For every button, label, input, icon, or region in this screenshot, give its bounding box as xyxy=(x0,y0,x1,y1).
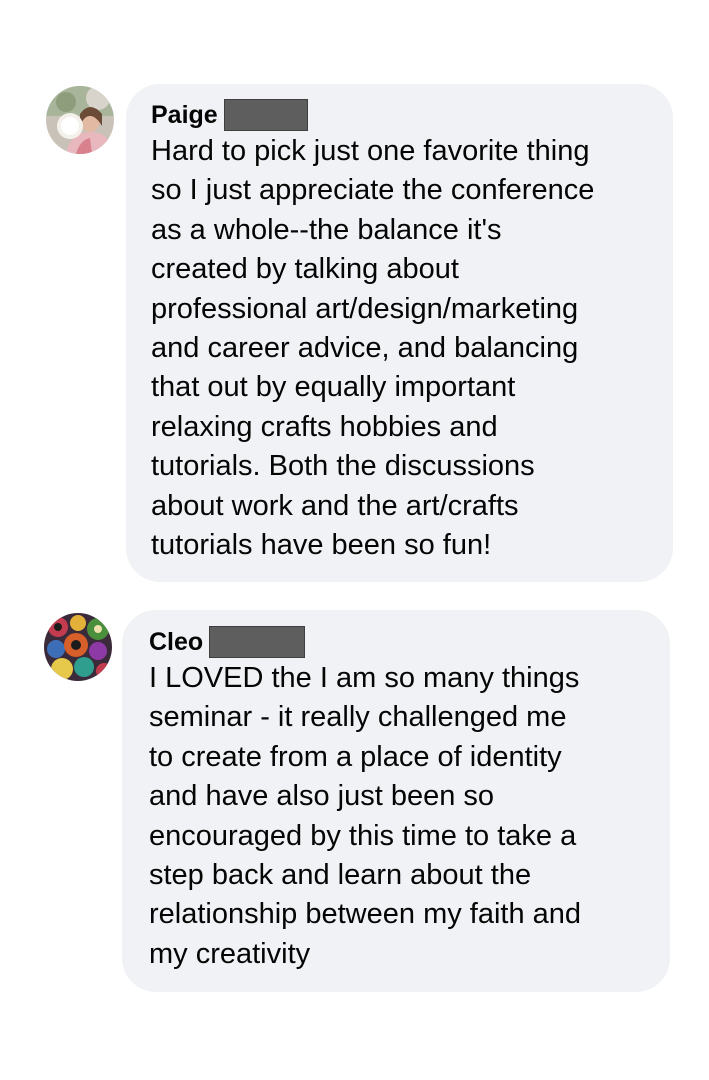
avatar[interactable] xyxy=(44,613,112,681)
avatar[interactable] xyxy=(46,86,114,154)
comment-item: Cleo I LOVED the I am so many things sem… xyxy=(0,600,709,1000)
redacted-surname-block xyxy=(223,99,308,131)
author-name[interactable]: Paige xyxy=(151,101,218,130)
author-row: Paige xyxy=(151,98,653,132)
comment-text: Hard to pick just one favorite thing so … xyxy=(151,135,595,562)
comment-text: I LOVED the I am so many things seminar … xyxy=(149,662,582,970)
redacted-surname-block xyxy=(209,626,306,658)
author-name[interactable]: Cleo xyxy=(149,628,203,657)
comment-bubble: Cleo I LOVED the I am so many things sem… xyxy=(122,610,670,992)
comment-bubble: Paige Hard to pick just one favorite thi… xyxy=(126,84,673,582)
author-row: Cleo xyxy=(149,625,650,659)
profile-photo-icon xyxy=(44,613,112,681)
comment-item: Paige Hard to pick just one favorite thi… xyxy=(0,0,709,600)
profile-photo-icon xyxy=(46,86,114,154)
